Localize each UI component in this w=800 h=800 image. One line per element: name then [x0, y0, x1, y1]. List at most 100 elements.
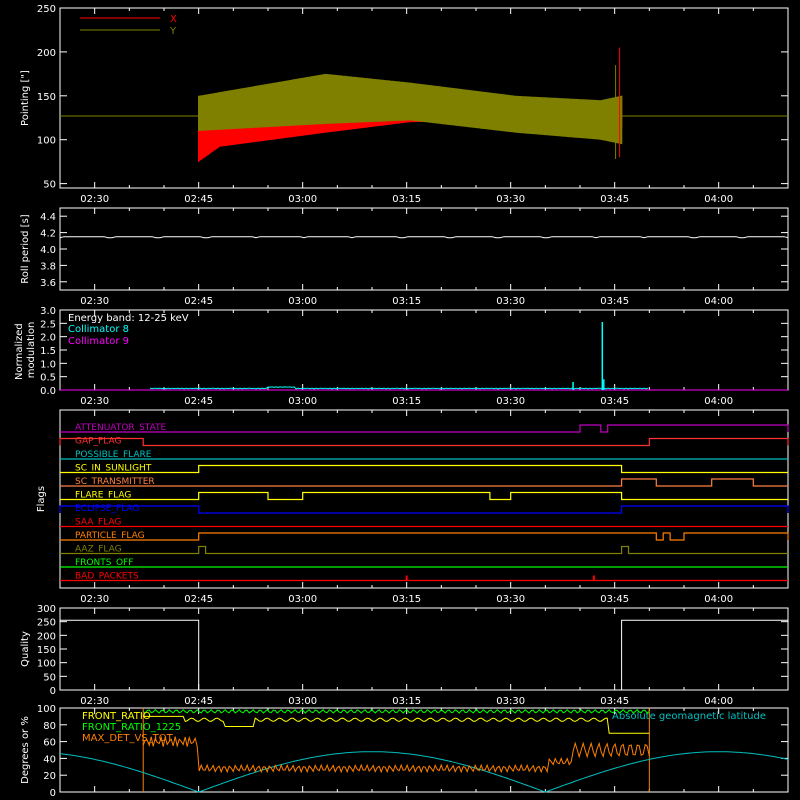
x-tick-label: 02:30	[80, 296, 109, 307]
x-tick-label: 04:00	[704, 296, 733, 307]
flag-line-aaz-flag	[60, 545, 788, 555]
y-tick-label: 150	[37, 645, 56, 656]
y-tick-label: 100	[37, 136, 56, 147]
legend-label-collimator-8: Collimator 8	[68, 324, 129, 335]
x-tick-label: 02:30	[80, 594, 109, 605]
flag-label-aaz-flag: AAZ_FLAG	[75, 545, 122, 555]
x-tick-label: 02:30	[80, 194, 109, 205]
x-tick-label: 02:45	[184, 594, 213, 605]
flag-label-sc-in-sunlight: SC_IN_SUNLIGHT	[75, 464, 152, 474]
flag-line-eclipse-flag	[59, 505, 789, 514]
front-ratio-line	[143, 715, 650, 734]
geomagnetic-latitude-line	[59, 751, 789, 793]
x-tick-label: 03:15	[392, 296, 421, 307]
legend-label-x: X	[170, 14, 177, 25]
x-tick-label: 02:45	[184, 696, 213, 707]
legend-label-collimator-9: Collimator 9	[68, 336, 129, 347]
chart-marks: 02:30 02:45 03:00 03:15 03:30 03:45 04:00 50 100…	[37, 4, 789, 799]
y-tick-label: 300	[37, 604, 56, 615]
modulation-y-label-line-2: modulation	[26, 322, 37, 379]
flag-line-sc-transmitter	[60, 478, 788, 487]
x-tick-label: 03:15	[392, 696, 421, 707]
x-tick-label: 03:45	[600, 594, 629, 605]
legend-label-front-ratio-1225: FRONT_RATIO_1225	[82, 722, 181, 733]
flag-label-particle-flag: PARTICLE_FLAG	[75, 531, 145, 541]
y-tick-label: 1.0	[40, 359, 56, 370]
x-tick-label: 03:00	[288, 696, 317, 707]
ratios-y-axis-label: Degrees or %	[20, 716, 31, 784]
flag-line-particle-flag	[60, 532, 789, 541]
y-tick-label: 2.5	[40, 319, 56, 330]
max-det-vs-tot-line	[142, 735, 650, 774]
x-tick-label: 04:00	[704, 696, 733, 707]
y-tick-label: 200	[37, 48, 56, 59]
y-tick-label: 50	[43, 180, 56, 191]
roll-y-axis-label: Roll period [s]	[20, 214, 31, 283]
y-tick-label: 2.0	[40, 333, 56, 344]
x-tick-label: 03:00	[288, 594, 317, 605]
y-tick-label: 20	[43, 771, 56, 782]
x-tick-label: 03:45	[600, 296, 629, 307]
y-tick-label: 3.8	[40, 261, 56, 272]
y-tick-label: 250	[37, 618, 56, 629]
x-tick-label: 03:45	[600, 194, 629, 205]
x-tick-label: 02:45	[184, 194, 213, 205]
y-tick-label: 3.6	[40, 278, 56, 289]
flag-label-bad-packets: BAD_PACKETS	[75, 572, 139, 582]
flag-line-gap-flag	[59, 437, 789, 447]
flag-label-eclipse-flag: ECLIPSE_FLAG	[75, 504, 139, 514]
front-ratio-1225-line	[142, 708, 650, 714]
x-tick-label: 04:00	[704, 396, 733, 407]
flag-label-gap-flag: GAP_FLAG	[75, 437, 121, 447]
plot-figure: Pointing ["] Roll period [s] Normalized …	[14, 4, 789, 799]
quality-line	[60, 619, 788, 691]
x-tick-label: 03:30	[496, 696, 525, 707]
x-tick-label: 03:00	[288, 396, 317, 407]
flag-label-fronts-off: FRONTS_OFF	[75, 558, 133, 568]
x-tick-label: 03:15	[392, 396, 421, 407]
y-tick-label: 100	[37, 659, 56, 670]
flag-label-flare-flag: FLARE_FLAG	[75, 491, 131, 501]
y-tick-label: 200	[37, 631, 56, 642]
y-tick-label: 0	[50, 788, 56, 799]
y-tick-label: 250	[37, 4, 56, 15]
x-tick-label: 03:45	[600, 696, 629, 707]
y-tick-label: 4.4	[40, 212, 56, 223]
y-tick-label: 80	[43, 721, 56, 732]
x-tick-label: 03:15	[392, 194, 421, 205]
flag-label-saa-flag: SAA_FLAG	[75, 518, 121, 528]
y-tick-label: 0.5	[40, 373, 56, 384]
flag-label-possible-flare: POSSIBLE_FLARE	[75, 450, 152, 460]
y-tick-label: 50	[43, 672, 56, 683]
flag-line-flare-flag	[60, 491, 788, 501]
flag-line-sc-in-sunlight	[60, 464, 788, 474]
x-tick-label: 04:00	[704, 194, 733, 205]
x-tick-label: 03:30	[496, 194, 525, 205]
y-tick-label: 3.0	[40, 306, 56, 317]
y-tick-label: 0	[50, 686, 56, 697]
roll-period-line	[59, 236, 789, 239]
y-tick-label: 4.2	[40, 229, 56, 240]
x-tick-label: 03:00	[288, 194, 317, 205]
legend-label-y: Y	[169, 26, 177, 37]
energy-band-label: Energy band: 12-25 keV	[68, 313, 189, 324]
y-tick-label: 150	[37, 92, 56, 103]
roll-axes-frame	[59, 207, 789, 291]
x-tick-label: 03:30	[496, 594, 525, 605]
pointing-y-axis-label: Pointing ["]	[20, 70, 31, 126]
modulation-y-label-line-1: Normalized	[14, 323, 25, 380]
roll-panel: Roll period [s]	[20, 207, 789, 291]
x-tick-label: 03:30	[496, 296, 525, 307]
flag-label-attenuator-state: ATTENUATOR_STATE	[75, 423, 167, 433]
flag-line-attenuator-state	[60, 424, 789, 433]
modulation-y-axis-label: Normalized modulation	[14, 320, 37, 380]
modulation-panel: Normalized modulation Energy band: 12-25…	[14, 309, 789, 391]
y-tick-label: 60	[43, 738, 56, 749]
y-tick-label: 40	[43, 754, 56, 765]
y-tick-label: 1.5	[40, 346, 56, 357]
x-tick-label: 02:45	[184, 296, 213, 307]
quality-y-axis-label: Quality	[20, 631, 31, 667]
x-tick-label: 03:00	[288, 296, 317, 307]
x-tick-label: 02:30	[80, 396, 109, 407]
legend-label-max-det-vs-tot: MAX_DET_VS_TOT	[82, 733, 174, 744]
